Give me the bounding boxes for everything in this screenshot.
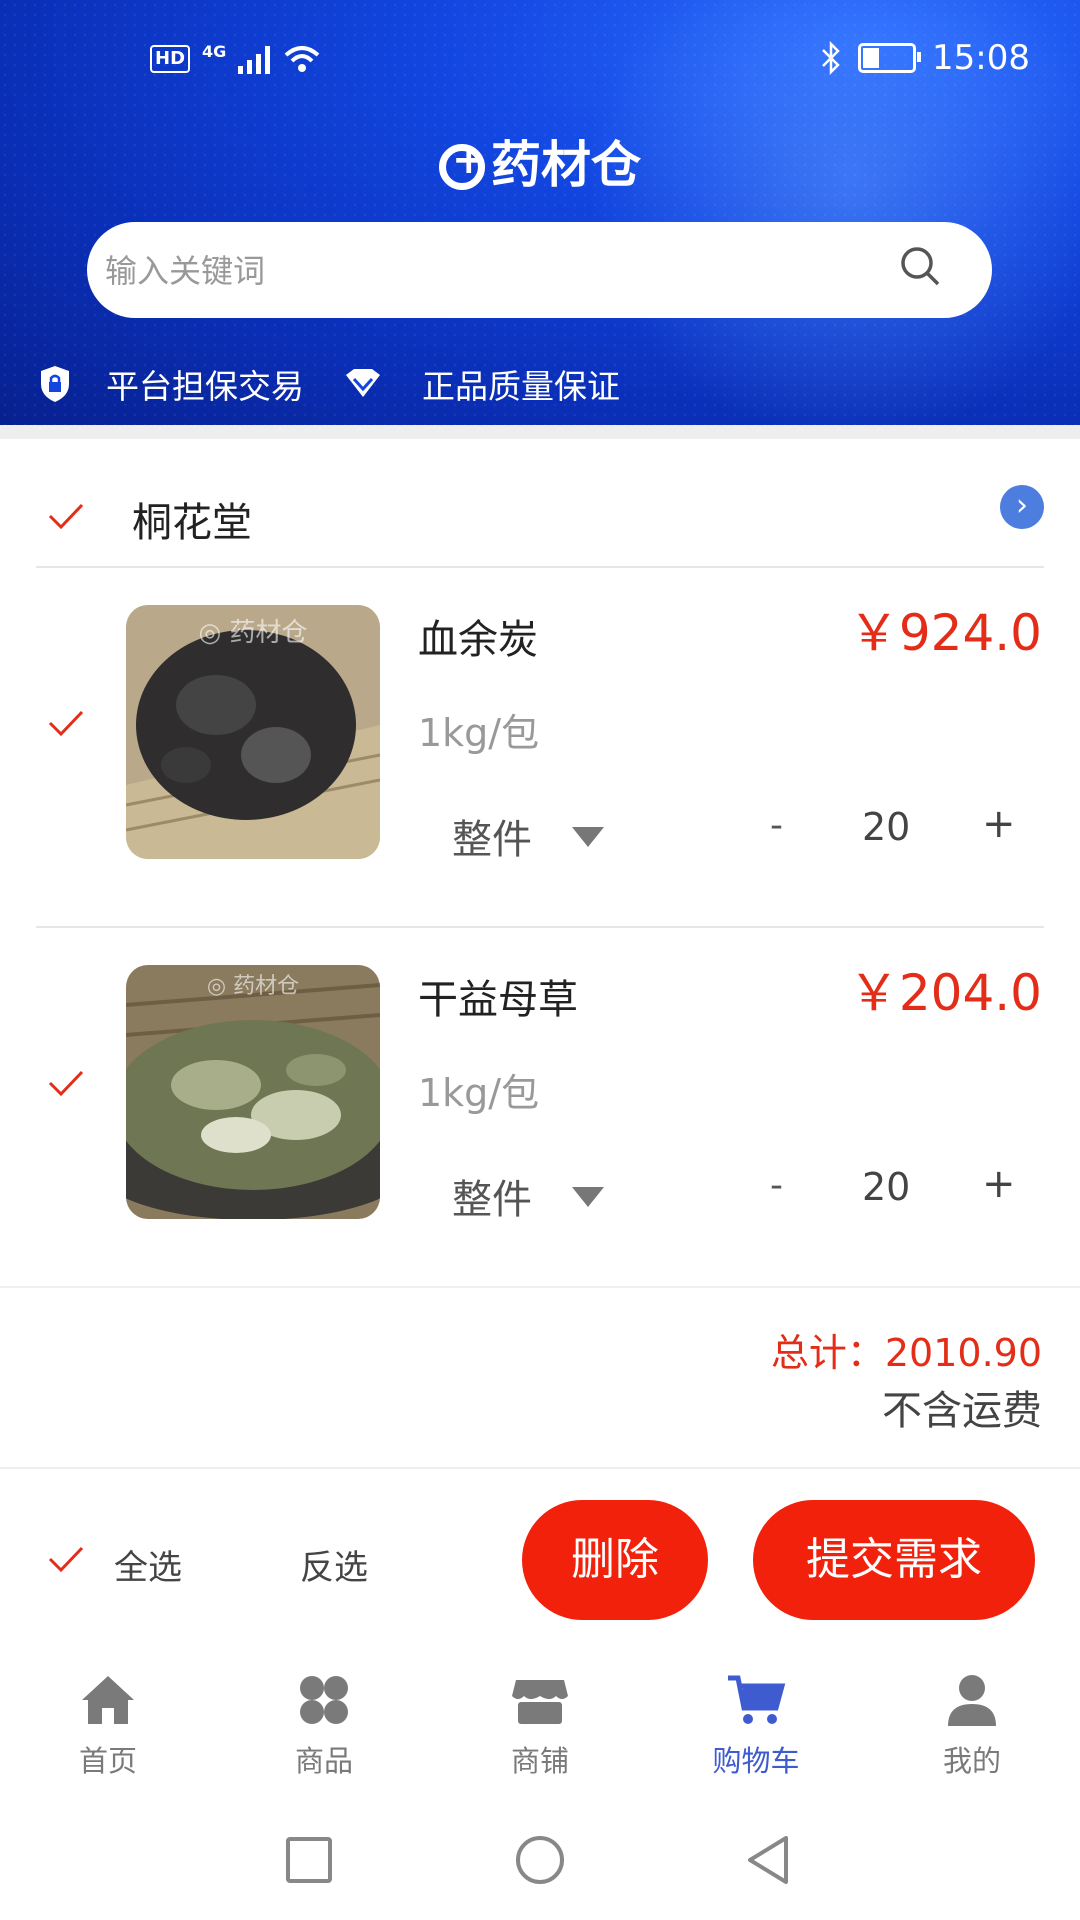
network-type: 4G: [202, 42, 227, 61]
signal-icon: [238, 44, 271, 74]
product-image[interactable]: ◎ 药材仓: [126, 605, 380, 859]
guarantee-strip: 平台担保交易 正品质量保证: [38, 360, 658, 408]
tab-products[interactable]: 商品: [264, 1660, 384, 1780]
increase-button[interactable]: +: [982, 1161, 1016, 1207]
svg-text:◎ 药材仓: ◎ 药材仓: [207, 974, 299, 999]
logo-mark-icon: [439, 137, 486, 190]
cart-icon: [728, 1675, 786, 1724]
product-price: ￥924.0: [848, 604, 1042, 662]
product-name[interactable]: 干益母草: [418, 967, 578, 1025]
dropdown-arrow-icon[interactable]: [572, 1187, 604, 1207]
decrease-button[interactable]: -: [770, 805, 783, 846]
divider: [0, 1286, 1080, 1288]
status-bar: HD 4G 15:08: [150, 38, 1030, 88]
diamond-icon: [346, 369, 380, 397]
wifi-icon: [284, 45, 320, 72]
tab-label: 购物车: [712, 1744, 800, 1778]
product-spec: 1kg/包: [418, 1071, 540, 1115]
unit-select[interactable]: 整件: [452, 1167, 532, 1225]
search-bar[interactable]: [87, 222, 992, 318]
divider: [0, 1467, 1080, 1469]
clock: 15:08: [932, 38, 1030, 78]
grid-icon: [300, 1676, 348, 1724]
item-check-icon[interactable]: [48, 709, 84, 739]
dropdown-arrow-icon[interactable]: [572, 827, 604, 847]
chevron-right-icon[interactable]: ›: [1000, 485, 1044, 529]
svg-text:◎ 药材仓: ◎ 药材仓: [199, 618, 308, 648]
app-name: 药材仓: [491, 136, 641, 194]
app-logo: 药材仓: [0, 125, 1080, 197]
item-check-icon[interactable]: [48, 1069, 84, 1099]
product-price: ￥204.0: [848, 964, 1042, 1022]
tab-label: 首页: [78, 1744, 137, 1778]
user-icon: [948, 1675, 996, 1726]
shipping-note: 不含运费: [882, 1388, 1042, 1434]
select-all-check-icon[interactable]: [48, 1545, 84, 1575]
tab-label: 商品: [294, 1744, 353, 1778]
recents-icon[interactable]: [285, 1836, 333, 1884]
back-icon[interactable]: [744, 1834, 792, 1886]
tab-label: 我的: [942, 1744, 1001, 1778]
store-name[interactable]: 桐花堂: [132, 490, 252, 548]
home-nav-icon[interactable]: [514, 1834, 566, 1886]
cart-item: ◎ 药材仓 干益母草 1kg/包 ￥204.0 整件 - 20 +: [0, 927, 1080, 1287]
submit-request-button[interactable]: 提交需求: [753, 1500, 1035, 1620]
store-row[interactable]: 桐花堂 ›: [0, 440, 1080, 567]
action-bar: 全选 反选 删除 提交需求: [0, 1500, 1080, 1620]
delete-button[interactable]: 删除: [522, 1500, 708, 1620]
shop-icon: [512, 1680, 568, 1724]
tab-home[interactable]: 首页: [48, 1660, 168, 1780]
tab-cart[interactable]: 购物车: [696, 1660, 816, 1780]
search-icon[interactable]: [900, 246, 940, 286]
store-check-icon[interactable]: [48, 502, 84, 532]
tab-profile[interactable]: 我的: [912, 1660, 1032, 1780]
decrease-button[interactable]: -: [770, 1165, 783, 1206]
invert-selection-button[interactable]: 反选: [300, 1540, 368, 1589]
product-spec: 1kg/包: [418, 711, 540, 755]
order-total: 总计：2010.90: [770, 1331, 1042, 1375]
header: HD 4G 15:08 药材仓 平台担保交易 正品质量保证: [0, 0, 1080, 425]
home-icon: [82, 1676, 134, 1724]
quantity-field[interactable]: 20: [862, 1165, 910, 1209]
shield-lock-icon: [41, 366, 69, 402]
bluetooth-icon: [822, 41, 840, 75]
tab-shops[interactable]: 商铺: [480, 1660, 600, 1780]
increase-button[interactable]: +: [982, 801, 1016, 847]
product-name[interactable]: 血余炭: [418, 607, 538, 665]
quantity-field[interactable]: 20: [862, 805, 910, 849]
battery-icon: [858, 43, 922, 73]
cart-item: ◎ 药材仓 血余炭 1kg/包 ￥924.0 整件 - 20 +: [0, 567, 1080, 927]
tab-bar: 首页 商品 商铺 购物车 我的: [0, 1660, 1080, 1800]
product-image[interactable]: ◎ 药材仓: [126, 965, 380, 1219]
search-input[interactable]: [103, 240, 867, 302]
hd-badge: HD: [150, 44, 191, 73]
unit-select[interactable]: 整件: [452, 807, 532, 865]
guarantee-escrow: 平台担保交易: [106, 367, 304, 406]
select-all-button[interactable]: 全选: [114, 1540, 182, 1589]
system-nav-bar: [0, 1810, 1080, 1920]
guarantee-quality: 正品质量保证: [422, 367, 620, 406]
section-divider: [0, 425, 1080, 439]
tab-label: 商铺: [510, 1744, 569, 1778]
